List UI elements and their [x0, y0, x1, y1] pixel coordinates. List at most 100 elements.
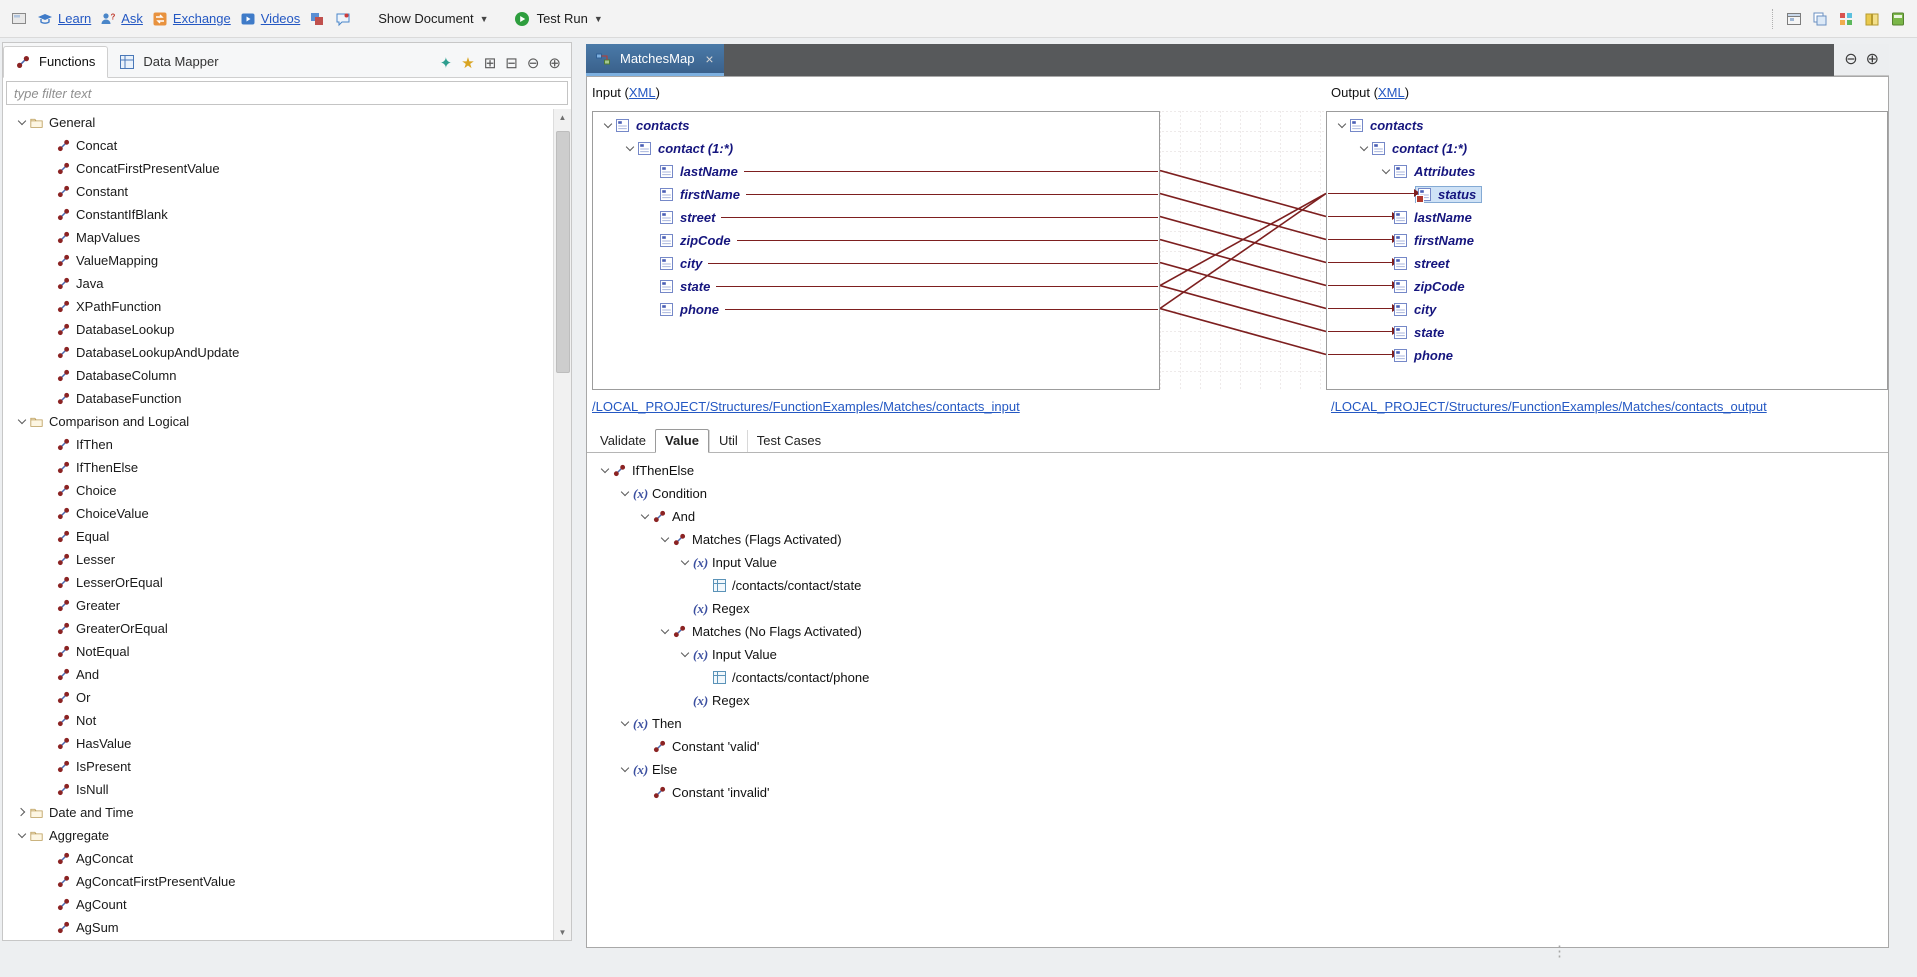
tab-data-mapper[interactable]: Data Mapper	[108, 47, 230, 77]
function-item[interactable]: Concat	[3, 134, 553, 157]
bottom-tab-test-cases[interactable]: Test Cases	[747, 430, 830, 452]
function-item[interactable]: NotEqual	[3, 640, 553, 663]
function-item[interactable]: Greater	[3, 594, 553, 617]
open-perspective-icon[interactable]	[1785, 10, 1803, 28]
exchange-link[interactable]: Exchange	[173, 11, 231, 26]
expr-node-ifthenelse[interactable]: IfThenElse	[595, 459, 1880, 482]
xml-node-state[interactable]: state	[593, 275, 1159, 298]
input-structure-link[interactable]: /LOCAL_PROJECT/Structures/FunctionExampl…	[592, 399, 1020, 414]
chevron-down-icon[interactable]	[638, 509, 653, 524]
expr-node-and[interactable]: And	[595, 505, 1880, 528]
xml-node-city[interactable]: city	[1327, 298, 1887, 321]
green-guide-icon[interactable]	[1889, 10, 1907, 28]
function-item[interactable]: Java	[3, 272, 553, 295]
xml-node-zipcode[interactable]: zipCode	[1327, 275, 1887, 298]
function-item[interactable]: Constant	[3, 180, 553, 203]
close-tab-icon[interactable]: ×	[705, 51, 713, 67]
function-item[interactable]: DatabaseColumn	[3, 364, 553, 387]
function-item[interactable]: IsPresent	[3, 755, 553, 778]
bottom-tab-validate[interactable]: Validate	[591, 430, 655, 452]
function-item[interactable]: Lesser	[3, 548, 553, 571]
function-item[interactable]: LesserOrEqual	[3, 571, 553, 594]
maximize-view-button[interactable]: ⊕	[1866, 52, 1879, 68]
input-xml-link[interactable]: XML	[629, 85, 656, 100]
expr-node-input-value[interactable]: (x) Input Value	[595, 551, 1880, 574]
chevron-down-icon[interactable]	[15, 115, 30, 130]
function-category-row[interactable]: Date and Time	[3, 801, 553, 824]
expr-node-condition[interactable]: (x) Condition	[595, 482, 1880, 505]
expand-all-icon[interactable]: ⊞	[484, 56, 497, 71]
function-item[interactable]: And	[3, 663, 553, 686]
chevron-down-icon[interactable]	[678, 647, 693, 662]
chevron-down-icon[interactable]	[1379, 164, 1394, 179]
xml-node-lastname[interactable]: lastName	[1327, 206, 1887, 229]
expr-node-matches-no-flags-activated[interactable]: Matches (No Flags Activated)	[595, 620, 1880, 643]
function-item[interactable]: DatabaseLookupAndUpdate	[3, 341, 553, 364]
function-item[interactable]: DatabaseLookup	[3, 318, 553, 341]
xml-node-contacts[interactable]: contacts	[593, 114, 1159, 137]
chevron-down-icon[interactable]	[618, 762, 633, 777]
videos-link[interactable]: Videos	[261, 11, 301, 26]
function-item[interactable]: ChoiceValue	[3, 502, 553, 525]
expr-node-contacts-contact-state[interactable]: /contacts/contact/state	[595, 574, 1880, 597]
maximize-panel-icon[interactable]: ⊕	[548, 56, 561, 71]
function-category-row[interactable]: Aggregate	[3, 824, 553, 847]
ask-link[interactable]: Ask	[121, 11, 143, 26]
expr-node-regex[interactable]: (x) Regex	[595, 689, 1880, 712]
chevron-down-icon[interactable]	[678, 555, 693, 570]
scrollbar-up-arrow[interactable]: ▲	[554, 109, 571, 125]
function-item[interactable]: AgConcat	[3, 847, 553, 870]
favorites-icon[interactable]: ★	[461, 56, 474, 71]
function-item[interactable]: ValueMapping	[3, 249, 553, 272]
xml-node-contact-1[interactable]: contact (1:*)	[593, 137, 1159, 160]
yellow-guide-icon[interactable]	[1863, 10, 1881, 28]
function-item[interactable]: Equal	[3, 525, 553, 548]
add-function-icon[interactable]: ✦	[440, 56, 453, 71]
xml-node-street[interactable]: street	[593, 206, 1159, 229]
function-item[interactable]: IfThenElse	[3, 456, 553, 479]
output-structure-link[interactable]: /LOCAL_PROJECT/Structures/FunctionExampl…	[1331, 399, 1767, 414]
palette-icon[interactable]	[1837, 10, 1855, 28]
function-item[interactable]: ConstantIfBlank	[3, 203, 553, 226]
test-run-button[interactable]: Test Run ▼	[513, 10, 603, 28]
expr-node-input-value[interactable]: (x) Input Value	[595, 643, 1880, 666]
chevron-down-icon[interactable]	[623, 141, 638, 156]
chevron-down-icon[interactable]	[1357, 141, 1372, 156]
function-item[interactable]: DatabaseFunction	[3, 387, 553, 410]
chevron-right-icon[interactable]	[15, 805, 30, 820]
xml-node-attributes[interactable]: Attributes	[1327, 160, 1887, 183]
expr-node-constant-invalid[interactable]: Constant 'invalid'	[595, 781, 1880, 804]
xml-node-firstname[interactable]: firstName	[1327, 229, 1887, 252]
xml-node-contacts[interactable]: contacts	[1327, 114, 1887, 137]
chevron-down-icon[interactable]	[15, 828, 30, 843]
chevron-down-icon[interactable]	[658, 624, 673, 639]
expr-node-else[interactable]: (x) Else	[595, 758, 1880, 781]
expr-node-then[interactable]: (x) Then	[595, 712, 1880, 735]
bottom-tab-util[interactable]: Util	[709, 430, 747, 452]
function-item[interactable]: IfThen	[3, 433, 553, 456]
xml-node-street[interactable]: street	[1327, 252, 1887, 275]
expr-node-regex[interactable]: (x) Regex	[595, 597, 1880, 620]
function-item[interactable]: GreaterOrEqual	[3, 617, 553, 640]
show-document-dropdown[interactable]: Show Document ▼	[378, 11, 488, 26]
xml-node-state[interactable]: state	[1327, 321, 1887, 344]
function-item[interactable]: HasValue	[3, 732, 553, 755]
function-item[interactable]: MapValues	[3, 226, 553, 249]
xml-node-phone[interactable]: phone	[593, 298, 1159, 321]
collapse-all-icon[interactable]: ⊟	[505, 56, 518, 71]
xml-node-city[interactable]: city	[593, 252, 1159, 275]
chevron-down-icon[interactable]	[1335, 118, 1350, 133]
tab-functions[interactable]: Functions	[3, 46, 108, 78]
function-item[interactable]: Not	[3, 709, 553, 732]
chevron-down-icon[interactable]	[618, 486, 633, 501]
minimize-panel-icon[interactable]: ⊖	[527, 56, 540, 71]
function-item[interactable]: Or	[3, 686, 553, 709]
tab-matchesmap[interactable]: MatchesMap ×	[586, 44, 724, 76]
function-item[interactable]: Choice	[3, 479, 553, 502]
share-icon[interactable]	[308, 10, 326, 28]
function-item[interactable]: XPathFunction	[3, 295, 553, 318]
bottom-tab-value[interactable]: Value	[655, 429, 709, 453]
filter-input[interactable]	[6, 81, 568, 105]
xml-node-lastname[interactable]: lastName	[593, 160, 1159, 183]
workspace-icon[interactable]	[10, 10, 28, 28]
